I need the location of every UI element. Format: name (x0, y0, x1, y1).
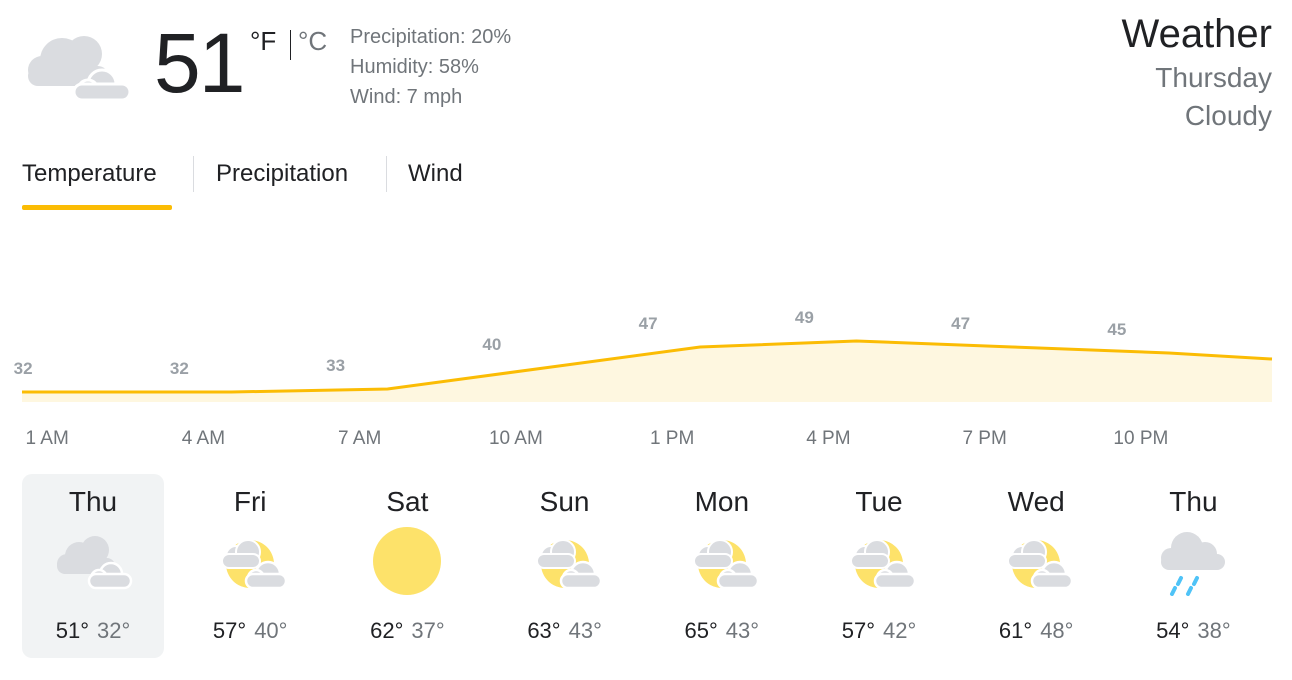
forecast-day-name: Sun (539, 486, 590, 517)
forecast-day-name: Tue (855, 486, 903, 517)
temperature-data-label: 45 (1107, 320, 1126, 339)
unit-divider (290, 30, 291, 60)
forecast-temps: 63° 43° (494, 618, 636, 644)
tab-temperature[interactable]: Temperature (22, 160, 157, 188)
temperature-data-label: 47 (951, 314, 970, 333)
partly-cloudy-icon (221, 539, 288, 590)
partly-cloudy-icon (1007, 539, 1074, 590)
forecast-low: 42° (883, 618, 917, 643)
rain-icon (1161, 532, 1226, 596)
forecast-day-name: Wed (1007, 486, 1065, 517)
temperature-data-label: 32 (170, 359, 189, 378)
forecast-day-name: Mon (694, 486, 750, 517)
tab-precipitation[interactable]: Precipitation (216, 160, 348, 188)
temperature-data-label: 47 (639, 314, 658, 333)
hour-label: 4 PM (806, 428, 851, 449)
forecast-day-sat[interactable]: Sat 62° 37° (336, 474, 478, 658)
hour-label: 4 AM (181, 428, 226, 449)
forecast-day-name: Thu (1169, 486, 1218, 517)
forecast-temps: 57° 42° (808, 618, 950, 644)
wind-detail: Wind: 7 mph (350, 86, 463, 108)
unit-celsius-toggle[interactable]: °C (298, 26, 327, 57)
forecast-temps: 57° 40° (179, 618, 321, 644)
active-tab-indicator (22, 205, 172, 210)
forecast-day-name: Thu (68, 486, 118, 517)
partly-cloudy-icon (692, 539, 760, 590)
unit-fahrenheit-toggle[interactable]: °F (250, 26, 276, 57)
forecast-high: 54° (1156, 618, 1190, 643)
cloudy-icon (57, 536, 133, 590)
forecast-day-thu[interactable]: Thu 51° 32° (22, 474, 164, 658)
forecast-high: 65° (684, 618, 718, 643)
forecast-low: 40° (254, 618, 288, 643)
forecast-high: 61° (998, 618, 1033, 643)
precipitation-detail: Precipitation: 20% (350, 26, 512, 48)
tab-divider (193, 156, 194, 192)
temperature-data-label: 33 (326, 356, 345, 375)
sunny-icon (373, 527, 442, 595)
forecast-temps: 62° 37° (336, 618, 478, 644)
forecast-temps: 54° 38° (1122, 618, 1264, 644)
forecast-high: 57° (212, 618, 247, 643)
forecast-low: 37° (411, 618, 445, 643)
current-condition: Cloudy (1184, 100, 1272, 131)
forecast-day-name: Fri (233, 486, 267, 517)
forecast-low: 48° (1040, 618, 1074, 643)
tab-wind[interactable]: Wind (408, 160, 463, 188)
forecast-day-mon[interactable]: Mon 65° 43° (651, 474, 793, 658)
partly-cloudy-icon (535, 539, 602, 590)
current-day: Thursday (1155, 62, 1272, 93)
temperature-data-label: 32 (14, 359, 33, 378)
forecast-low: 32° (97, 618, 131, 643)
forecast-day-sun[interactable]: Sun 63° 43° (494, 474, 636, 658)
forecast-day-thu[interactable]: Thu 54° 38° (1122, 474, 1264, 658)
forecast-temps: 65° 43° (651, 618, 793, 644)
forecast-high: 63° (527, 618, 561, 643)
temperature-data-label: 40 (482, 335, 501, 354)
temperature-data-label: 49 (795, 308, 814, 327)
forecast-high: 62° (370, 618, 404, 643)
hour-label: 7 AM (337, 428, 382, 449)
forecast-temps: 51° 32° (22, 618, 164, 644)
humidity-detail: Humidity: 58% (350, 56, 479, 78)
forecast-low: 43° (568, 618, 602, 643)
forecast-day-fri[interactable]: Fri 57° 40° (179, 474, 321, 658)
hour-label: 7 PM (962, 428, 1007, 449)
forecast-temps: 61° 48° (965, 618, 1107, 644)
weather-title: Weather (1121, 12, 1272, 56)
hour-label: 10 AM (488, 428, 543, 449)
forecast-day-wed[interactable]: Wed 61° 48° (965, 474, 1107, 658)
forecast-low: 38° (1197, 618, 1231, 643)
partly-cloudy-icon (850, 539, 917, 590)
temperature-chart: 32 32 33 40 47 49 47 45 (14, 308, 1273, 402)
cloudy-icon (28, 36, 132, 102)
hour-label: 1 PM (649, 428, 695, 449)
forecast-high: 57° (841, 618, 875, 643)
forecast-day-tue[interactable]: Tue 57° 42° (808, 474, 950, 658)
hour-label: 10 PM (1113, 428, 1169, 449)
tab-divider (386, 156, 387, 192)
current-temperature: 51 (154, 16, 245, 110)
forecast-day-name: Sat (386, 486, 429, 517)
forecast-low: 43° (725, 618, 760, 643)
forecast-high: 51° (55, 618, 89, 643)
hour-label: 1 AM (25, 428, 69, 449)
